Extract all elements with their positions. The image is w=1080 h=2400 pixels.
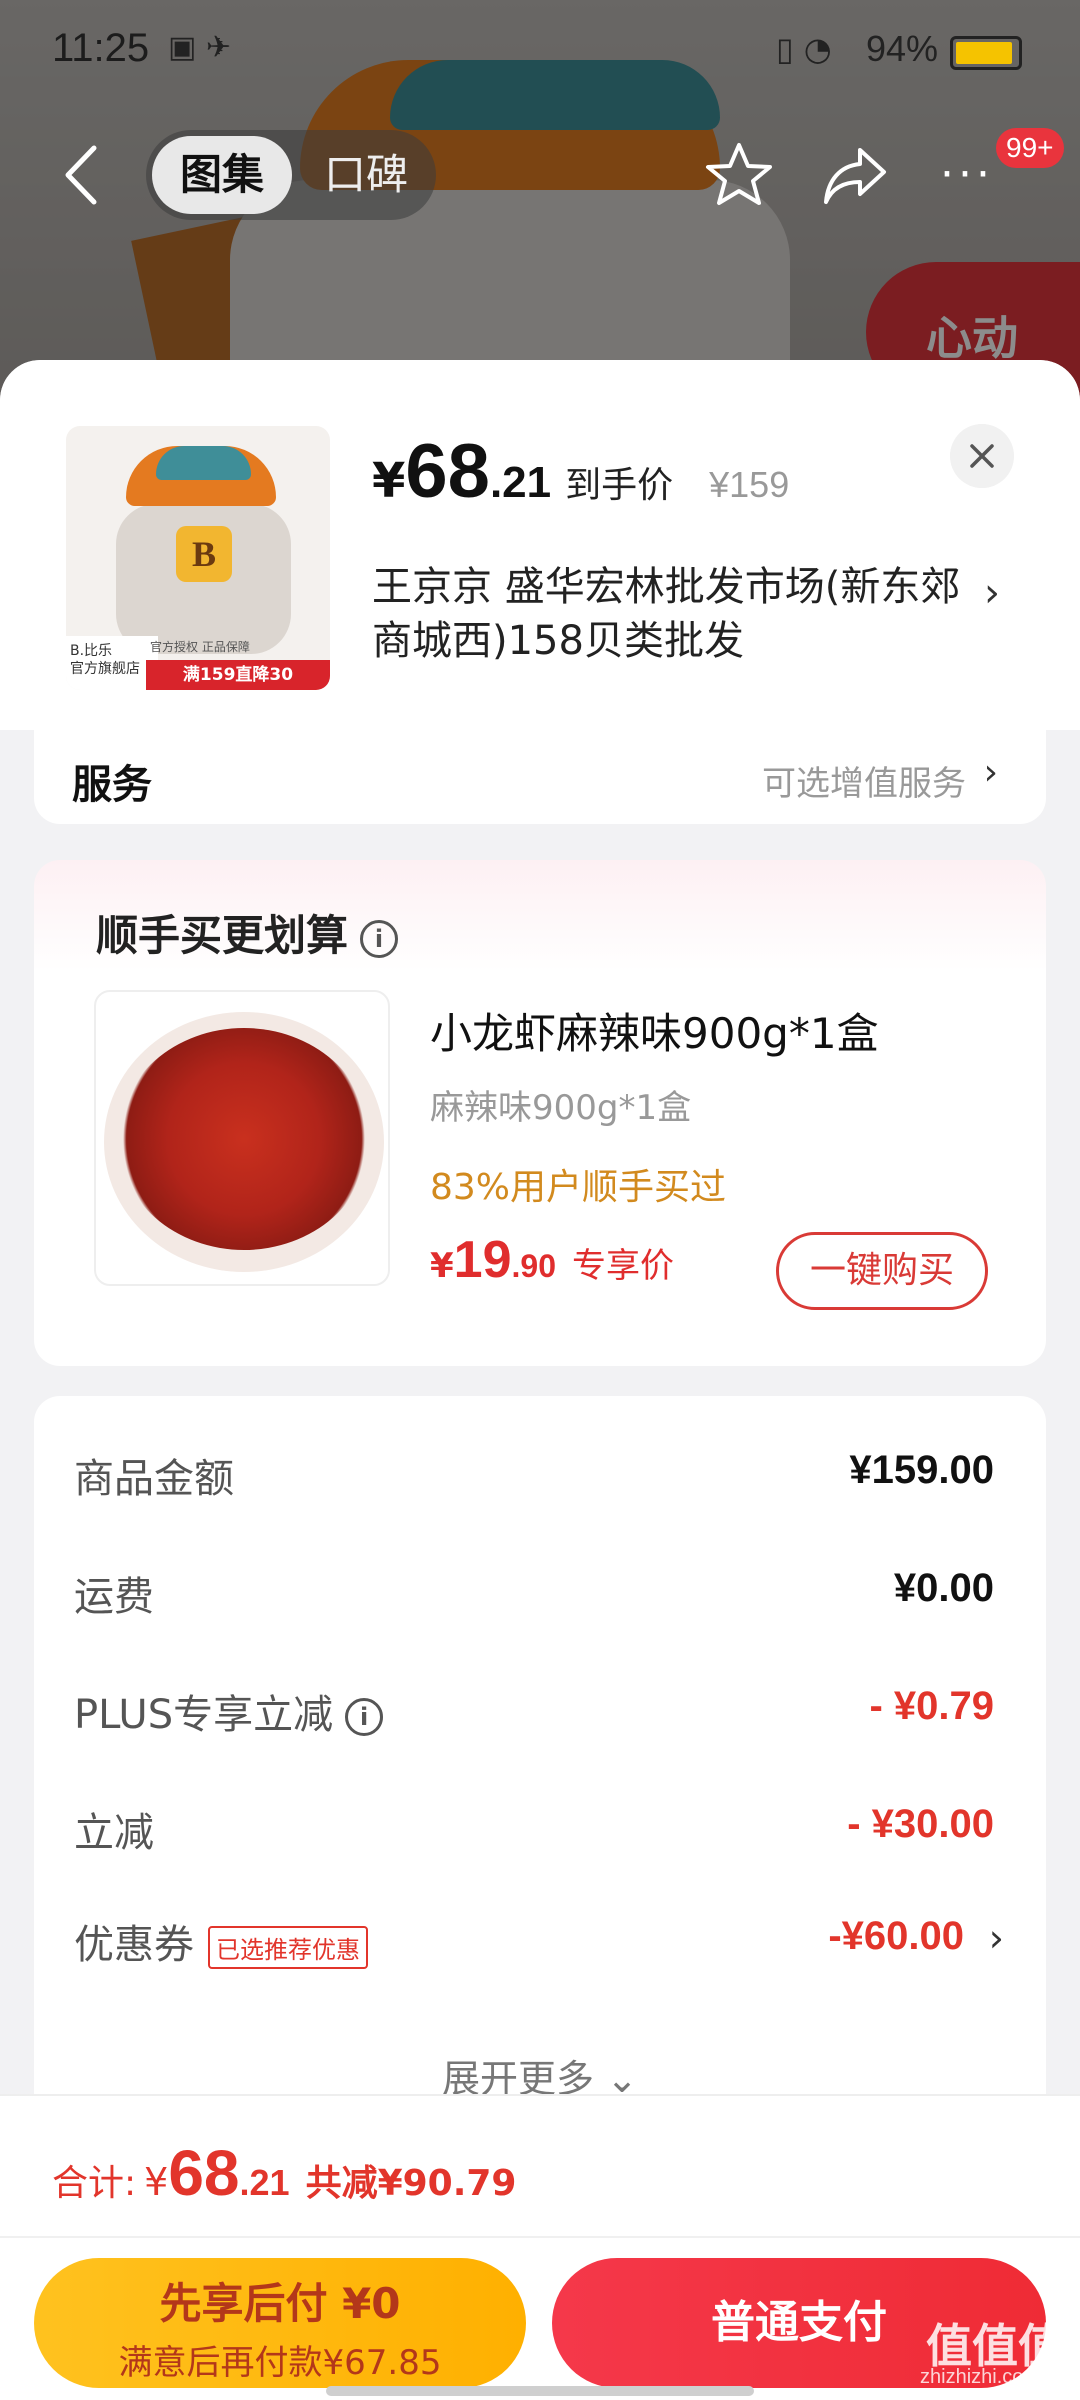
price-label: 到手价 xyxy=(565,465,674,506)
price-row: ¥68.21 到手价 ¥159 xyxy=(372,428,789,518)
upsell-title-text: 顺手买更划算 xyxy=(96,911,349,960)
service-value: 可选增值服务 xyxy=(762,764,966,804)
info-icon[interactable]: i xyxy=(345,1698,384,1736)
product-thumbnail[interactable]: B B.比乐 官方旗舰店 官方授权 正品保障 满159直降30 xyxy=(66,426,330,690)
summary-row-subtotal: 商品金额 ¥159.00 xyxy=(74,1436,994,1506)
summary-value: - ¥30.00 xyxy=(847,1802,994,1846)
close-icon[interactable] xyxy=(950,424,1014,488)
upsell-price: ¥19.90 专享价 xyxy=(430,1230,674,1290)
brand-logo-icon: B xyxy=(176,526,232,582)
battery-percent: 94% xyxy=(866,28,939,69)
sheet-header: B B.比乐 官方旗舰店 官方授权 正品保障 满159直降30 ¥68.21 到手… xyxy=(0,360,1080,730)
price-integer: 68 xyxy=(405,429,490,514)
upsell-purchase-rate: 83%用户顺手买过 xyxy=(430,1167,727,1208)
summary-value: ¥0.00 xyxy=(893,1566,994,1610)
total-currency: ¥ xyxy=(144,2160,169,2204)
service-label: 服务 xyxy=(72,762,152,808)
summary-row-instant-discount: 立减 - ¥30.00 xyxy=(74,1790,994,1860)
total-decimal: .21 xyxy=(239,2162,290,2203)
status-bar: 11:25 ▣ ✈ ▯ ◔ 94% xyxy=(0,0,1080,100)
pay-later-label: 先享后付 ¥0 xyxy=(159,2279,401,2328)
divider xyxy=(0,2236,1080,2238)
battery-icon xyxy=(950,36,1022,70)
upsell-price-label: 专享价 xyxy=(572,1246,674,1286)
total-reduction: 共减¥90.79 xyxy=(305,2163,517,2204)
summary-row-coupon[interactable]: 优惠券 已选推荐优惠 -¥60.00 › xyxy=(74,1902,1004,1972)
total-integer: 68 xyxy=(168,2137,240,2209)
battery-level xyxy=(956,42,1013,64)
price-currency: ¥ xyxy=(372,453,406,509)
bottom-bar: 合计: ¥68.21 共减¥90.79 先享后付 ¥0 满意后再付款¥67.85 普… xyxy=(0,2094,1080,2400)
order-total: 合计: ¥68.21 共减¥90.79 xyxy=(52,2136,516,2210)
total-label: 合计: xyxy=(52,2163,137,2204)
thumb-tag: 官方授权 正品保障 xyxy=(150,640,250,654)
message-badge: 99+ xyxy=(996,128,1064,168)
summary-label: 商品金额 xyxy=(74,1456,234,1502)
summary-label: PLUS专享立减 i xyxy=(74,1682,384,1740)
original-price: ¥159 xyxy=(709,464,790,505)
pay-later-button[interactable]: 先享后付 ¥0 满意后再付款¥67.85 xyxy=(34,2258,526,2388)
upsell-product-spec: 麻辣味900g*1盒 xyxy=(430,1088,692,1128)
summary-label-text: PLUS专享立减 xyxy=(74,1692,334,1738)
summary-label: 运费 xyxy=(74,1574,154,1620)
upsell-product-name[interactable]: 小龙虾麻辣味900g*1盒 xyxy=(430,1000,879,1061)
summary-value: -¥60.00 xyxy=(828,1914,964,1958)
summary-label-text: 优惠券 xyxy=(74,1922,194,1968)
summary-value: - ¥0.79 xyxy=(869,1684,994,1728)
tab-gallery[interactable]: 图集 xyxy=(152,136,292,214)
upsell-product-image[interactable] xyxy=(94,990,390,1286)
summary-label: 立减 xyxy=(74,1810,154,1856)
one-click-buy-button[interactable]: 一键购买 xyxy=(776,1232,988,1310)
media-tab-switcher: 图集 口碑 xyxy=(146,130,436,220)
summary-row-shipping: 运费 ¥0.00 xyxy=(74,1554,994,1624)
back-icon[interactable] xyxy=(56,140,106,210)
upsell-price-decimal: .90 xyxy=(511,1248,556,1284)
summary-label: 优惠券 已选推荐优惠 xyxy=(74,1912,368,1970)
chevron-right-icon: › xyxy=(983,752,998,793)
crawfish-image xyxy=(118,1028,370,1250)
status-time: 11:25 xyxy=(52,26,150,70)
top-nav: 图集 口碑 ··· 99+ xyxy=(0,120,1080,230)
share-icon[interactable] xyxy=(820,142,890,208)
summary-value: ¥159.00 xyxy=(849,1448,994,1492)
chevron-right-icon: › xyxy=(984,570,1000,616)
coupon-chip: 已选推荐优惠 xyxy=(208,1925,368,1969)
upsell-price-currency: ¥ xyxy=(430,1246,454,1286)
thumb-brand-label: B.比乐 官方旗舰店 xyxy=(66,636,158,690)
notification-icons: ▣ ✈ xyxy=(168,30,232,65)
home-indicator[interactable] xyxy=(326,2386,754,2396)
pay-later-sublabel: 满意后再付款¥67.85 xyxy=(118,2343,442,2383)
upsell-title: 顺手买更划算 i xyxy=(96,902,399,963)
wifi-icon: ▯ ◔ xyxy=(776,30,832,68)
tab-reviews[interactable]: 口碑 xyxy=(306,136,426,214)
watermark-url: zhizhizhi.com xyxy=(920,2366,1041,2388)
thumb-promo: 满159直降30 xyxy=(146,660,330,690)
favorite-star-icon[interactable] xyxy=(704,140,774,210)
price-summary-card: 商品金额 ¥159.00 运费 ¥0.00 PLUS专享立减 i - ¥0.79 … xyxy=(34,1396,1046,2196)
delivery-address[interactable]: 王京京 盛华宏林批发市场(新东郊商城西)158贝类批发 xyxy=(372,560,982,668)
chevron-right-icon: › xyxy=(988,1916,1004,1960)
price-decimal: .21 xyxy=(489,458,552,507)
upsell-card: 顺手买更划算 i 小龙虾麻辣味900g*1盒 麻辣味900g*1盒 83%用户顺手… xyxy=(34,860,1046,1366)
info-icon[interactable]: i xyxy=(360,919,399,958)
thumb-jar-lid-inner xyxy=(156,446,251,480)
upsell-price-integer: 19 xyxy=(453,1231,512,1289)
summary-row-plus-discount: PLUS专享立减 i - ¥0.79 xyxy=(74,1672,994,1742)
